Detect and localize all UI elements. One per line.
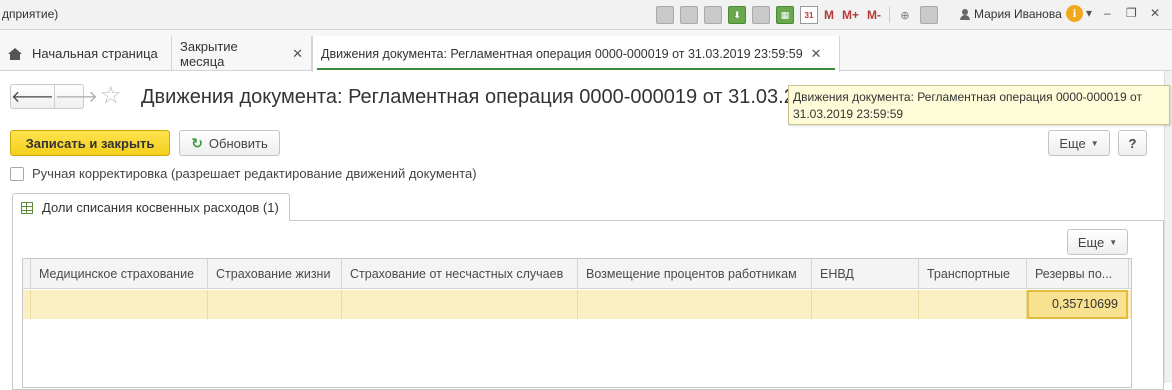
forward-arrow-icon[interactable]: 🡒 [53, 85, 98, 108]
back-arrow-icon[interactable]: 🡐 [11, 85, 54, 108]
chevron-down-icon[interactable]: ▾ [1086, 6, 1092, 20]
title-tooltip: Движения документа: Регламентная операци… [788, 85, 1170, 125]
table-more-label: Еще [1077, 234, 1105, 250]
refresh-label: Обновить [208, 135, 268, 151]
selected-table-cell[interactable]: 0,35710699 [1027, 290, 1128, 319]
app-title: дприятие) [2, 7, 59, 21]
page-tab-label: Доли списания косвенных расходов (1) [42, 200, 279, 215]
movements-table[interactable]: Медицинское страхование Страхование жизн… [22, 258, 1132, 388]
row-marker-header [23, 259, 31, 289]
memory-plus-button[interactable]: M+ [842, 8, 859, 22]
manual-edit-label: Ручная корректировка (разрешает редактир… [32, 166, 477, 181]
download-icon[interactable]: ⬇ [728, 6, 746, 24]
close-icon[interactable]: ✕ [811, 46, 822, 62]
window-titlebar: дприятие) ⬇ ▦ 31 M M+ M- ⊕ Мария Иванова… [0, 0, 1172, 30]
tab-document-movements[interactable]: Движения документа: Регламентная операци… [312, 36, 840, 72]
manual-edit-checkbox[interactable] [10, 166, 24, 181]
tab-home[interactable]: Начальная страница [0, 36, 172, 71]
calculator-icon[interactable]: ▦ [776, 6, 794, 24]
info-icon[interactable]: i [1066, 5, 1083, 22]
manual-edit-checkbox-row[interactable]: Ручная корректировка (разрешает редактир… [10, 166, 477, 181]
tab-indirect-cost-shares[interactable]: Доли списания косвенных расходов (1) [12, 193, 290, 221]
restore-icon[interactable]: ❐ [1126, 6, 1137, 20]
tab-bar: Начальная страница Закрытие месяца ✕ Дви… [0, 30, 1172, 72]
save-icon[interactable] [656, 6, 674, 24]
preview-icon[interactable] [704, 6, 722, 24]
row-marker-cell [23, 290, 31, 319]
dropdown-caret-icon: ▼ [1109, 237, 1118, 247]
column-header[interactable]: Возмещение процентов работникам [578, 259, 812, 289]
table-cell[interactable] [812, 290, 919, 319]
print-icon[interactable] [680, 6, 698, 24]
page-title: Движения документа: Регламентная операци… [141, 86, 789, 108]
table-cell[interactable] [31, 290, 208, 319]
close-icon[interactable]: ✕ [292, 46, 303, 62]
column-header[interactable]: ЕНВД [812, 259, 919, 289]
more-label: Еще [1059, 135, 1086, 151]
favorite-star-icon[interactable]: ☆ [100, 82, 122, 110]
refresh-icon: ↻ [191, 134, 203, 151]
dropdown-caret-icon: ▼ [1090, 138, 1099, 148]
column-header[interactable]: Медицинское страхование [31, 259, 208, 289]
tab-month-close[interactable]: Закрытие месяца ✕ [172, 36, 312, 71]
current-user[interactable]: Мария Иванова [960, 7, 1062, 21]
calendar-icon[interactable]: 31 [800, 6, 818, 24]
column-header[interactable]: Резервы по... [1027, 259, 1129, 289]
column-header[interactable]: Страхование от несчастных случаев [342, 259, 578, 289]
table-row[interactable]: 0,35710699 [23, 290, 1131, 319]
home-icon [8, 47, 22, 60]
save-and-close-button[interactable]: Записать и закрыть [10, 130, 170, 156]
table-more-button[interactable]: Еще ▼ [1067, 229, 1128, 255]
user-name: Мария Иванова [974, 7, 1062, 21]
close-window-icon[interactable]: ✕ [1150, 6, 1160, 20]
help-button[interactable]: ? [1118, 130, 1147, 156]
tab-label: Движения документа: Регламентная операци… [321, 47, 803, 61]
refresh-button[interactable]: ↻ Обновить [179, 130, 280, 156]
user-icon [960, 8, 970, 20]
tab-label: Закрытие месяца [180, 38, 238, 69]
zoom-icon[interactable]: ⊕ [896, 6, 914, 24]
table-icon [21, 201, 33, 214]
table-cell[interactable] [208, 290, 342, 319]
history-nav: 🡐 🡒 [10, 84, 98, 109]
table-cell[interactable] [919, 290, 1027, 319]
memory-m-button[interactable]: M [824, 8, 834, 22]
toolbar-separator [889, 7, 891, 23]
more-button[interactable]: Еще ▼ [1048, 130, 1110, 156]
column-header[interactable]: Транспортные [919, 259, 1027, 289]
link-icon[interactable] [752, 6, 770, 24]
table-cell[interactable] [578, 290, 812, 319]
table-header: Медицинское страхование Страхование жизн… [23, 259, 1131, 289]
panel-icon[interactable] [920, 6, 939, 24]
memory-minus-button[interactable]: M- [867, 8, 881, 22]
table-cell[interactable] [342, 290, 578, 319]
toolbar-icons: ⬇ ▦ 31 M M+ M- ⊕ [656, 4, 944, 26]
column-header[interactable]: Страхование жизни [208, 259, 342, 289]
minimize-icon[interactable]: – [1104, 6, 1111, 20]
tab-label: Начальная страница [32, 46, 158, 61]
